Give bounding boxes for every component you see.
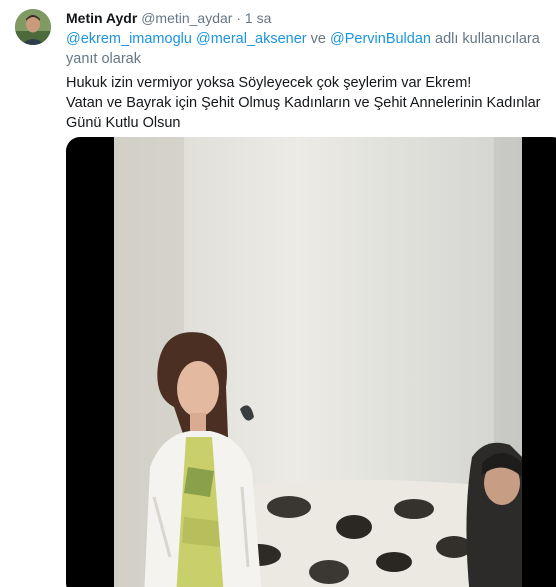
separator-dot: · <box>236 10 242 26</box>
user-handle[interactable]: @metin_aydar <box>141 10 232 26</box>
mention-link[interactable]: @ekrem_imamoglu <box>66 31 192 47</box>
mention-link[interactable]: @PervinBuldan <box>330 31 431 47</box>
tweet-text-line: Vatan ve Bayrak için Şehit Olmuş Kadınla… <box>66 95 541 131</box>
video-still-image <box>114 137 522 587</box>
tweet-timestamp[interactable]: 1 sa <box>245 10 271 26</box>
tweet-text-line: Hukuk izin vermiyor yoksa Söyleyecek çok… <box>66 75 472 91</box>
reply-context: @ekrem_imamoglu @meral_aksener ve @Pervi… <box>66 29 550 69</box>
mention-link[interactable]: @meral_aksener <box>196 31 307 47</box>
display-name[interactable]: Metin Aydr <box>66 10 137 26</box>
tweet: Metin Aydr @metin_aydar · 1 sa @ekrem_im… <box>0 0 556 587</box>
tweet-header: Metin Aydr @metin_aydar · 1 sa <box>66 8 550 28</box>
tweet-text: Hukuk izin vermiyor yoksa Söyleyecek çok… <box>66 73 550 133</box>
reply-connector: ve <box>310 31 326 47</box>
video-player[interactable] <box>66 137 556 587</box>
avatar[interactable] <box>15 9 51 45</box>
video-frame <box>114 137 522 587</box>
tweet-content: Metin Aydr @metin_aydar · 1 sa @ekrem_im… <box>66 8 550 133</box>
